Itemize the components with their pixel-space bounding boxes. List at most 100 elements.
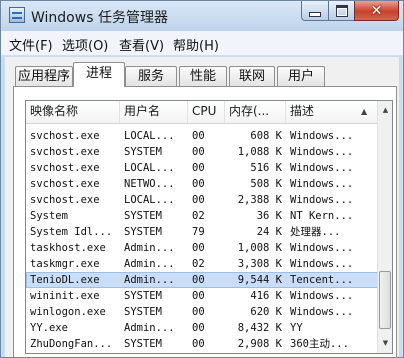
process-name-cell: svchost.exe: [30, 162, 100, 174]
process-row[interactable]: svchost.exe NETWO... 00 508 K Windows...: [26, 176, 378, 192]
process-description-cell: Tencent...: [290, 274, 354, 286]
process-description-cell: Windows...: [290, 242, 354, 254]
process-cpu-cell: 00: [192, 306, 205, 318]
process-memory-cell: 9,544 K: [237, 274, 282, 286]
menu-options[interactable]: 选项(O): [62, 35, 108, 54]
process-description-cell: Windows...: [290, 306, 354, 318]
process-description-cell: Windows...: [290, 290, 354, 302]
close-icon: ✕: [370, 2, 383, 19]
process-description-cell: 处理器...: [290, 226, 341, 238]
process-user-cell: SYSTEM: [124, 338, 162, 350]
process-cpu-cell: 02: [192, 210, 205, 222]
scroll-thumb[interactable]: [379, 271, 391, 329]
minimize-icon: [309, 11, 321, 17]
process-row[interactable]: taskmgr.exe Admin... 02 3,308 K Windows...: [26, 256, 378, 272]
process-cpu-cell: 00: [192, 274, 205, 286]
process-memory-cell: 3,308 K: [237, 258, 282, 270]
process-cpu-cell: 00: [192, 178, 205, 190]
process-row[interactable]: svchost.exe LOCAL... 00 2,388 K Windows...: [26, 192, 378, 208]
close-button[interactable]: ✕: [354, 1, 399, 21]
process-row[interactable]: taskhost.exe Admin... 00 1,008 K Windows...: [26, 240, 378, 256]
column-user-name[interactable]: 用户名: [120, 101, 188, 123]
process-name-cell: wininit.exe: [30, 290, 100, 302]
process-row[interactable]: ZhuDongFan... SYSTEM 00 2,908 K 360主动...: [26, 336, 378, 352]
process-description-cell: Windows...: [290, 130, 354, 142]
task-manager-icon: [9, 7, 25, 23]
process-name-cell: TenioDL.exe: [30, 274, 100, 286]
process-user-cell: Admin...: [124, 242, 175, 254]
process-cpu-cell: 00: [192, 290, 205, 302]
maximize-button[interactable]: [328, 1, 355, 21]
process-description-cell: Windows...: [290, 146, 354, 158]
title-bar[interactable]: Windows 任务管理器 ✕: [1, 1, 403, 31]
process-list: 映像名称 用户名 CPU 内存(... 描述 ▲ svchost.exe LOCA…: [25, 100, 393, 354]
process-user-cell: LOCAL...: [124, 130, 175, 142]
menu-bar: 文件(F) 选项(O) 查看(V) 帮助(H): [1, 31, 403, 56]
process-memory-cell: 620 K: [250, 306, 282, 318]
vertical-scrollbar[interactable]: ▲ ▼: [377, 101, 392, 353]
tab-applications[interactable]: 应用程序: [15, 66, 73, 86]
process-row[interactable]: wininit.exe SYSTEM 00 416 K Windows...: [26, 288, 378, 304]
process-name-cell: winlogon.exe: [30, 306, 106, 318]
process-description-cell: 360主动...: [290, 338, 349, 350]
process-description-cell: YY: [290, 322, 303, 334]
process-row[interactable]: TenioDL.exe Admin... 00 9,544 K Tencent...: [26, 272, 378, 288]
process-row[interactable]: winlogon.exe SYSTEM 00 620 K Windows...: [26, 304, 378, 320]
process-user-cell: LOCAL...: [124, 194, 175, 206]
process-memory-cell: 508 K: [250, 178, 282, 190]
tab-services[interactable]: 服务: [125, 66, 177, 86]
scroll-up-icon[interactable]: ▲: [379, 103, 392, 118]
process-cpu-cell: 79: [192, 226, 205, 238]
tab-networking[interactable]: 联网: [229, 66, 275, 86]
processes-panel: 映像名称 用户名 CPU 内存(... 描述 ▲ svchost.exe LOCA…: [13, 86, 397, 357]
process-cpu-cell: 02: [192, 258, 205, 270]
process-user-cell: SYSTEM: [124, 226, 162, 238]
column-cpu[interactable]: CPU: [188, 101, 225, 123]
process-user-cell: LOCAL...: [124, 162, 175, 174]
process-cpu-cell: 00: [192, 130, 205, 142]
process-row[interactable]: svchost.exe SYSTEM 00 1,088 K Windows...: [26, 144, 378, 160]
process-user-cell: Admin...: [124, 258, 175, 270]
menu-help[interactable]: 帮助(H): [173, 35, 219, 54]
process-row[interactable]: System SYSTEM 02 36 K NT Kern...: [26, 208, 378, 224]
process-description-cell: Windows...: [290, 178, 354, 190]
process-cpu-cell: 00: [192, 338, 205, 350]
scroll-down-icon[interactable]: ▼: [379, 336, 392, 351]
process-name-cell: svchost.exe: [30, 146, 100, 158]
process-memory-cell: 516 K: [250, 162, 282, 174]
tab-processes[interactable]: 进程: [73, 62, 125, 87]
column-memory[interactable]: 内存(...: [225, 101, 286, 123]
process-cpu-cell: 00: [192, 162, 205, 174]
process-user-cell: Admin...: [124, 274, 175, 286]
process-memory-cell: 36 K: [256, 210, 282, 222]
process-memory-cell: 24 K: [256, 226, 282, 238]
process-row[interactable]: YY.exe Admin... 00 8,432 K YY: [26, 320, 378, 336]
process-row[interactable]: svchost.exe LOCAL... 00 608 K Windows...: [26, 128, 378, 144]
process-rows: svchost.exe LOCAL... 00 608 K Windows... svch…: [26, 128, 378, 352]
process-name-cell: svchost.exe: [30, 130, 100, 142]
column-image-name[interactable]: 映像名称: [26, 101, 120, 123]
client-area: 应用程序 进程 服务 性能 联网 用户 映像名称 用户名 CPU 内存(... …: [5, 57, 399, 357]
tab-users[interactable]: 用户: [277, 66, 325, 86]
tab-performance[interactable]: 性能: [179, 66, 227, 86]
process-user-cell: SYSTEM: [124, 306, 162, 318]
process-user-cell: SYSTEM: [124, 210, 162, 222]
process-cpu-cell: 00: [192, 242, 205, 254]
process-memory-cell: 608 K: [250, 130, 282, 142]
process-row[interactable]: svchost.exe LOCAL... 00 516 K Windows...: [26, 160, 378, 176]
process-memory-cell: 2,388 K: [237, 194, 282, 206]
sort-arrow-icon: ▲: [361, 107, 368, 116]
process-name-cell: svchost.exe: [30, 178, 100, 190]
process-memory-cell: 1,008 K: [237, 242, 282, 254]
process-cpu-cell: 00: [192, 322, 205, 334]
process-user-cell: SYSTEM: [124, 290, 162, 302]
menu-view[interactable]: 查看(V): [119, 35, 164, 54]
minimize-button[interactable]: [301, 1, 329, 21]
maximize-icon: [335, 4, 348, 17]
process-row[interactable]: System Idl... SYSTEM 79 24 K 处理器...: [26, 224, 378, 240]
menu-file[interactable]: 文件(F): [9, 35, 53, 54]
process-name-cell: YY.exe: [30, 322, 68, 334]
column-description[interactable]: 描述 ▲: [286, 101, 378, 123]
window-title: Windows 任务管理器: [31, 10, 168, 26]
list-header: 映像名称 用户名 CPU 内存(... 描述 ▲: [26, 101, 378, 124]
